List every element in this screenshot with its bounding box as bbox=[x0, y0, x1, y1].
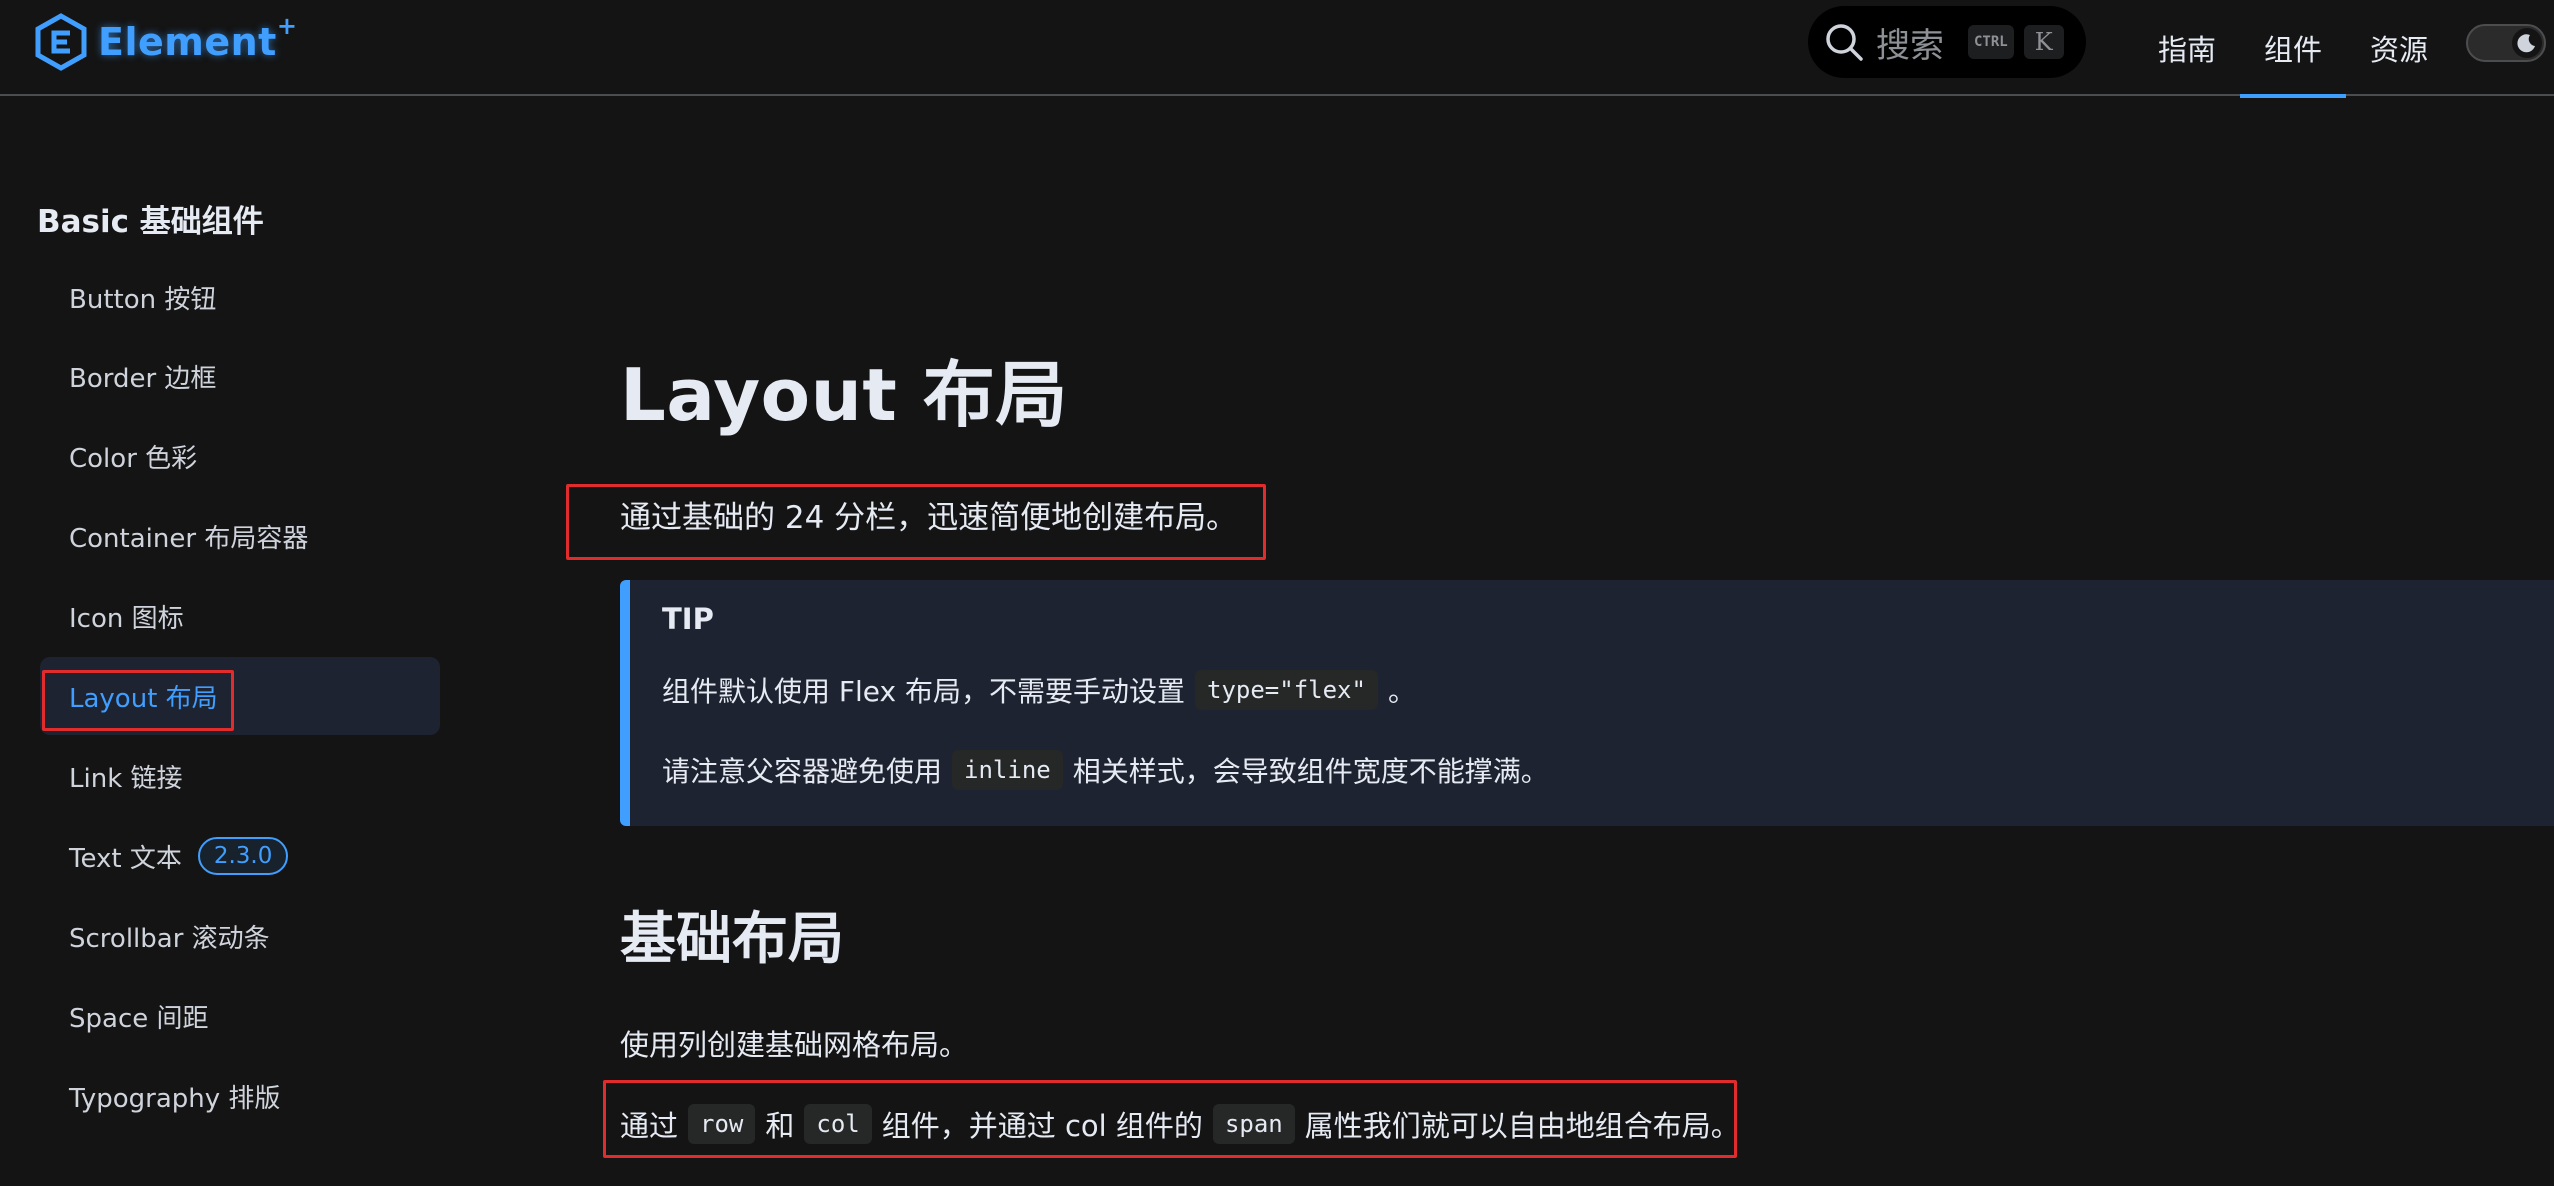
element-logo-icon bbox=[35, 13, 87, 71]
sidebar-item-label: Color 色彩 bbox=[69, 443, 198, 474]
sidebar-item-container[interactable]: Container 布局容器 bbox=[40, 497, 440, 575]
theme-knob bbox=[2512, 28, 2542, 58]
logo[interactable]: Element + bbox=[34, 12, 297, 72]
inline-code: type="flex" bbox=[1195, 670, 1378, 710]
sidebar-item-label: Layout 布局 bbox=[69, 683, 218, 714]
tip-block: TIP 组件默认使用 Flex 布局，不需要手动设置 type="flex" 。… bbox=[620, 580, 2554, 826]
search-placeholder: 搜索 bbox=[1876, 25, 1944, 66]
para-text: 和 bbox=[765, 1109, 795, 1143]
sidebar-item-label: Scrollbar 滚动条 bbox=[69, 923, 270, 954]
version-badge: 2.3.0 bbox=[197, 837, 289, 875]
inline-code: span bbox=[1212, 1104, 1295, 1144]
tip-line-1: 组件默认使用 Flex 布局，不需要手动设置 type="flex" 。 bbox=[662, 670, 1416, 710]
paragraph: 使用列创建基础网格布局。 bbox=[620, 1028, 969, 1062]
tip-text: 组件默认使用 Flex 布局，不需要手动设置 bbox=[662, 675, 1185, 708]
sidebar-item-link[interactable]: Link 链接 bbox=[40, 737, 440, 815]
inline-code: col bbox=[804, 1104, 872, 1144]
sidebar-item-label: Border 边框 bbox=[69, 363, 217, 394]
sidebar-item-label: Space 间距 bbox=[69, 1003, 209, 1034]
sidebar-group-title: Basic 基础组件 bbox=[37, 204, 264, 240]
theme-toggle[interactable] bbox=[2466, 24, 2546, 62]
inline-code: row bbox=[688, 1104, 756, 1144]
sidebar-item-label: Container 布局容器 bbox=[69, 523, 309, 554]
sidebar-item-layout[interactable]: Layout 布局 bbox=[40, 657, 440, 735]
sidebar-item-label: Button 按钮 bbox=[69, 284, 217, 315]
tip-text: 相关样式，会导致组件宽度不能撑满。 bbox=[1072, 755, 1549, 788]
sidebar-item-label: Link 链接 bbox=[69, 763, 183, 794]
page-lead: 通过基础的 24 分栏，迅速简便地创建布局。 bbox=[620, 500, 1238, 536]
sidebar-item-border[interactable]: Border 边框 bbox=[40, 337, 440, 415]
para-text: 组件，并通过 col 组件的 bbox=[881, 1109, 1203, 1143]
paragraph-row-col: 通过 row 和 col 组件，并通过 col 组件的 span 属性我们就可以… bbox=[620, 1104, 1740, 1144]
nav-resources[interactable]: 资源 bbox=[2346, 0, 2452, 96]
logo-plus: + bbox=[276, 12, 297, 40]
nav-components[interactable]: 组件 bbox=[2240, 0, 2347, 98]
page-title: Layout 布局 bbox=[620, 353, 1068, 437]
moon-icon bbox=[2517, 34, 2535, 53]
sidebar-item-icon[interactable]: Icon 图标 bbox=[40, 577, 440, 655]
kbd-ctrl: CTRL bbox=[1968, 25, 2014, 59]
kbd-k: K bbox=[2023, 25, 2064, 59]
tip-line-2: 请注意父容器避免使用 inline 相关样式，会导致组件宽度不能撑满。 bbox=[662, 750, 1549, 790]
tip-title: TIP bbox=[662, 602, 714, 636]
para-text: 通过 bbox=[620, 1109, 679, 1143]
section-title: 基础布局 bbox=[620, 907, 844, 972]
sidebar: Basic 基础组件 Button 按钮 Border 边框 Color 色彩 … bbox=[0, 96, 460, 1186]
top-navbar: Element + 搜索 CTRL K 指南 组件 资源 bbox=[0, 0, 2554, 98]
search-icon bbox=[1826, 24, 1863, 61]
sidebar-item-scrollbar[interactable]: Scrollbar 滚动条 bbox=[40, 897, 440, 975]
logo-text: Element bbox=[98, 20, 277, 64]
search-button[interactable]: 搜索 CTRL K bbox=[1808, 6, 2086, 78]
sidebar-item-text[interactable]: Text 文本 2.3.0 bbox=[40, 817, 440, 895]
nav-guide[interactable]: 指南 bbox=[2134, 0, 2240, 96]
para-text: 属性我们就可以自由地组合布局。 bbox=[1304, 1109, 1740, 1143]
sidebar-item-color[interactable]: Color 色彩 bbox=[40, 417, 440, 495]
tip-text: 请注意父容器避免使用 bbox=[662, 755, 943, 788]
main-nav: 指南 组件 资源 bbox=[2134, 0, 2452, 98]
inline-code: inline bbox=[952, 750, 1063, 790]
sidebar-item-typography[interactable]: Typography 排版 bbox=[40, 1057, 440, 1135]
sidebar-item-label: Icon 图标 bbox=[69, 603, 184, 634]
sidebar-item-space[interactable]: Space 间距 bbox=[40, 977, 440, 1055]
sidebar-item-label: Text 文本 bbox=[69, 843, 182, 874]
main-content: Layout 布局 通过基础的 24 分栏，迅速简便地创建布局。 TIP 组件默… bbox=[620, 96, 2554, 1186]
sidebar-item-button[interactable]: Button 按钮 bbox=[40, 258, 440, 336]
sidebar-item-label: Typography 排版 bbox=[69, 1083, 281, 1114]
tip-text: 。 bbox=[1387, 675, 1416, 708]
